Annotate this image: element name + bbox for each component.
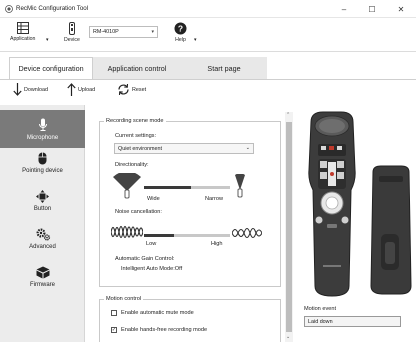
sidebar-item-advanced[interactable]: Advanced xyxy=(0,219,85,257)
chevron-down-icon: ▾ xyxy=(151,29,154,35)
application-grid-icon xyxy=(16,22,29,34)
arrow-down-icon xyxy=(13,83,22,96)
low-label: Low xyxy=(146,241,157,247)
high-label: High xyxy=(211,241,223,247)
vertical-scrollbar[interactable]: ⌃ ⌄ xyxy=(285,112,293,342)
window-title: RecMic Configuration Tool xyxy=(16,5,89,12)
agc-value: Intelligent Auto Mode:Off xyxy=(121,266,183,272)
motion-event-field: Laid down xyxy=(304,316,401,327)
motion-control-group: Motion control Enable automatic mute mod… xyxy=(99,296,281,342)
microphone-icon xyxy=(38,117,48,133)
noise-wave-strong-icon xyxy=(111,225,143,239)
scroll-up-icon[interactable]: ⌃ xyxy=(286,112,290,118)
tab-start-page[interactable]: Start page xyxy=(181,57,267,79)
help-icon: ? xyxy=(174,22,187,35)
download-button[interactable]: Download xyxy=(13,83,48,96)
reset-button[interactable]: Reset xyxy=(117,83,146,96)
handsfree-checkbox[interactable]: ✓ xyxy=(111,327,117,333)
chevron-down-icon: ⌄ xyxy=(245,145,250,151)
directionality-label: Directionality: xyxy=(115,162,149,168)
help-label: Help xyxy=(175,37,186,43)
sidebar-item-pointing-device[interactable]: Pointing device xyxy=(0,143,85,181)
auto-mute-checkbox-row[interactable]: Enable automatic mute mode xyxy=(111,310,194,316)
noise-cancellation-label: Noise cancellation: xyxy=(115,209,162,215)
app-icon xyxy=(5,5,13,13)
current-settings-label: Current settings: xyxy=(115,133,157,139)
maximize-button[interactable]: ☐ xyxy=(361,0,383,18)
device-preview-panel: Motion event Laid down xyxy=(295,105,416,342)
application-menu-button[interactable]: Application xyxy=(10,22,35,42)
application-label: Application xyxy=(10,36,36,42)
model-value: RM-4010P xyxy=(93,29,119,35)
firmware-icon xyxy=(36,264,50,280)
current-settings-value: Quiet environment xyxy=(118,146,163,152)
button-icon xyxy=(36,188,49,204)
auto-mute-label: Enable automatic mute mode xyxy=(121,310,194,316)
reset-label: Reset xyxy=(132,86,147,93)
tab-bar: Device configuration Application control… xyxy=(0,57,416,79)
sidebar-item-label: Microphone xyxy=(26,135,59,141)
upload-label: Upload xyxy=(78,86,96,93)
help-button[interactable]: ? Help xyxy=(174,22,187,43)
device-illustration xyxy=(308,111,412,297)
gears-icon xyxy=(35,226,51,242)
device-icon xyxy=(68,22,75,35)
minimize-button[interactable]: – xyxy=(333,0,355,18)
device-menu-button[interactable]: Device xyxy=(64,22,80,43)
sidebar-item-label: Button xyxy=(33,206,52,212)
help-dropdown-icon[interactable]: ▾ xyxy=(194,37,197,43)
tab-application-control[interactable]: Application control xyxy=(93,57,181,79)
agc-label: Automatic Gain Control: xyxy=(115,256,175,262)
action-bar: Download Upload Reset xyxy=(0,79,416,105)
current-settings-select[interactable]: Quiet environment ⌄ xyxy=(114,143,254,154)
sidebar: Microphone Pointing device Button Advanc… xyxy=(0,105,85,342)
sidebar-item-label: Advanced xyxy=(29,244,56,250)
wide-directionality-icon xyxy=(113,173,141,199)
svg-text:?: ? xyxy=(178,23,183,33)
tab-device-configuration[interactable]: Device configuration xyxy=(9,57,93,79)
motion-event-value: Laid down xyxy=(308,319,333,325)
model-select[interactable]: RM-4010P ▾ xyxy=(89,26,158,38)
recording-scene-title: Recording scene mode xyxy=(104,118,166,124)
scroll-down-icon[interactable]: ⌄ xyxy=(286,334,290,340)
narrow-directionality-icon xyxy=(235,174,245,198)
arrow-up-icon xyxy=(67,83,76,96)
toolbar: Application ▾ Device RM-4010P ▾ ? Help ▾ xyxy=(0,18,416,52)
sidebar-item-label: Firmware xyxy=(30,282,55,288)
refresh-icon xyxy=(118,83,129,96)
noise-wave-weak-icon xyxy=(232,227,262,239)
sidebar-item-label: Pointing device xyxy=(22,168,63,174)
upload-button[interactable]: Upload xyxy=(67,83,95,96)
scrollbar-thumb[interactable] xyxy=(286,122,292,332)
download-label: Download xyxy=(24,86,48,93)
application-dropdown-icon[interactable]: ▾ xyxy=(46,37,49,43)
narrow-label: Narrow xyxy=(205,196,224,202)
noise-slider-fill xyxy=(144,234,175,237)
sidebar-item-firmware[interactable]: Firmware xyxy=(0,257,85,295)
sidebar-item-button[interactable]: Button xyxy=(0,181,85,219)
motion-control-title: Motion control xyxy=(104,296,144,302)
directionality-slider-fill xyxy=(144,186,192,189)
auto-mute-checkbox[interactable] xyxy=(111,310,117,316)
recording-scene-group: Recording scene mode Current settings: Q… xyxy=(99,118,281,287)
close-button[interactable]: ✕ xyxy=(390,0,412,18)
directionality-slider[interactable] xyxy=(144,186,230,189)
motion-event-label: Motion event xyxy=(304,306,337,312)
title-bar: RecMic Configuration Tool – ☐ ✕ xyxy=(0,0,416,18)
wide-label: Wide xyxy=(147,196,160,202)
device-label: Device xyxy=(64,37,80,43)
handsfree-label: Enable hands-free recording mode xyxy=(121,327,208,333)
handsfree-checkbox-row[interactable]: ✓ Enable hands-free recording mode xyxy=(111,327,207,333)
noise-cancellation-slider[interactable] xyxy=(144,234,230,237)
mouse-icon xyxy=(38,150,47,166)
